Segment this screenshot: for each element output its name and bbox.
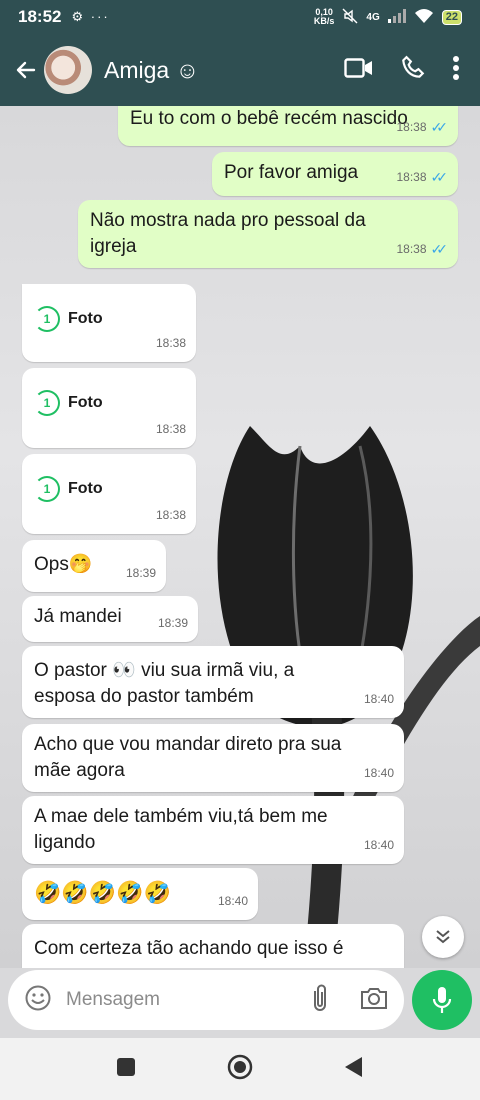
photo-label: Foto: [68, 310, 103, 327]
chat-area[interactable]: Eu to com o bebê recém nascido 18:38 ✓✓ P…: [0, 106, 480, 968]
view-once-photo[interactable]: 1 Foto: [34, 390, 184, 416]
message-meta: 18:39: [158, 610, 188, 636]
system-nav-bar: [0, 1038, 480, 1100]
emoji-icon[interactable]: [24, 984, 52, 1017]
message-text: O pastor 👀 viu sua irmã viu, a esposa do…: [34, 660, 295, 707]
photo-label: Foto: [68, 480, 103, 497]
recent-apps-icon[interactable]: [116, 1057, 136, 1082]
message-input[interactable]: Mensagem: [66, 989, 310, 1011]
message-meta: 18:38 ✓✓: [397, 164, 449, 190]
message-time: 18:39: [125, 566, 156, 580]
view-once-icon: 1: [34, 390, 60, 416]
message-meta: 18:40: [364, 686, 394, 712]
message-time: 18:40: [217, 894, 248, 908]
message-time: 18:38: [155, 422, 186, 436]
message-bubble[interactable]: Por favor amiga 18:38 ✓✓: [212, 152, 458, 196]
read-ticks-icon: ✓✓: [430, 241, 449, 257]
message-text: Com certeza tão achando que isso é: [34, 938, 344, 959]
view-once-icon: 1: [34, 476, 60, 502]
view-once-photo[interactable]: 1 Foto: [34, 476, 184, 502]
read-ticks-icon: ✓✓: [430, 119, 449, 135]
message-meta: 18:40: [218, 888, 248, 914]
back-arrow-icon[interactable]: [8, 58, 44, 82]
more-options-icon[interactable]: [452, 55, 460, 86]
message-meta: 18:38 ✓✓: [397, 114, 449, 140]
message-time: 18:40: [363, 692, 394, 706]
message-meta: 18:39: [126, 560, 156, 586]
message-composer: Mensagem: [8, 970, 404, 1030]
message-time: 18:38: [155, 336, 186, 350]
message-text: 🤣🤣🤣🤣🤣: [34, 880, 171, 905]
chat-header: Amiga ☺: [0, 34, 480, 106]
voice-record-button[interactable]: [412, 970, 472, 1030]
read-ticks-icon: ✓✓: [430, 169, 449, 185]
home-icon[interactable]: [226, 1053, 254, 1086]
signal-icon: [387, 8, 406, 26]
network-speed-unit: KB/s: [313, 16, 335, 26]
message-bubble[interactable]: Não mostra nada pro pessoal da igreja 18…: [78, 200, 458, 268]
notification-icons: ⚙ ···: [71, 9, 110, 24]
message-bubble[interactable]: A mae dele também viu,tá bem me ligando …: [22, 796, 404, 864]
phone-call-icon[interactable]: [400, 55, 426, 86]
message-bubble[interactable]: Ops🤭 18:39: [22, 540, 166, 592]
message-time: 18:40: [363, 838, 394, 852]
avatar[interactable]: [44, 46, 92, 94]
microphone-icon: [432, 987, 452, 1013]
message-time: 18:38: [396, 120, 427, 134]
message-text: Já mandei: [34, 606, 122, 627]
message-time: 18:40: [363, 766, 394, 780]
message-meta: 18:38: [156, 330, 186, 356]
message-time: 18:38: [396, 242, 427, 256]
wifi-icon: [414, 8, 434, 26]
message-bubble[interactable]: Com certeza tão achando que isso é: [22, 924, 404, 968]
photo-label: Foto: [68, 394, 103, 411]
double-chevron-down-icon: [436, 930, 450, 944]
camera-icon[interactable]: [360, 986, 388, 1015]
network-speed: 0,10 KB/s: [314, 8, 335, 26]
status-right: 0,10 KB/s 4G 22: [314, 8, 462, 27]
photo-message[interactable]: 1 Foto 18:38: [22, 454, 196, 534]
photo-message[interactable]: 1 Foto 18:38: [22, 368, 196, 448]
message-meta: 18:40: [364, 832, 394, 858]
message-bubble[interactable]: Acho que vou mandar direto pra sua mãe a…: [22, 724, 404, 792]
header-actions: [344, 55, 460, 86]
status-bar: 18:52 ⚙ ··· 0,10 KB/s 4G 22: [0, 0, 480, 34]
message-text: Acho que vou mandar direto pra sua mãe a…: [34, 734, 342, 781]
mute-icon: [342, 8, 358, 27]
message-time: 18:39: [157, 616, 188, 630]
message-meta: 18:38: [156, 502, 186, 528]
video-call-icon[interactable]: [344, 57, 374, 84]
message-text: A mae dele também viu,tá bem me ligando: [34, 806, 328, 853]
status-time: 18:52: [18, 7, 62, 26]
message-bubble[interactable]: 🤣🤣🤣🤣🤣 18:40: [22, 868, 258, 920]
message-bubble[interactable]: Já mandei 18:39: [22, 596, 198, 642]
composer-actions: [310, 983, 388, 1018]
back-nav-icon[interactable]: [344, 1056, 364, 1083]
message-bubble[interactable]: O pastor 👀 viu sua irmã viu, a esposa do…: [22, 646, 404, 718]
view-once-icon: 1: [34, 306, 60, 332]
message-meta: 18:40: [364, 760, 394, 786]
contact-name[interactable]: Amiga ☺: [104, 57, 199, 84]
message-time: 18:38: [396, 170, 427, 184]
scroll-to-bottom-button[interactable]: [422, 916, 464, 958]
message-text: Por favor amiga: [224, 162, 359, 183]
attach-icon[interactable]: [310, 983, 330, 1018]
message-meta: 18:38 ✓✓: [397, 236, 449, 262]
message-meta: 18:38: [156, 416, 186, 442]
message-text: Não mostra nada pro pessoal da igreja: [90, 210, 366, 257]
message-time: 18:38: [155, 508, 186, 522]
network-type: 4G: [366, 11, 380, 23]
message-bubble[interactable]: Eu to com o bebê recém nascido 18:38 ✓✓: [118, 106, 458, 146]
battery-icon: 22: [441, 9, 462, 25]
view-once-photo[interactable]: 1 Foto: [34, 306, 184, 332]
photo-message[interactable]: 1 Foto 18:38: [22, 284, 196, 362]
